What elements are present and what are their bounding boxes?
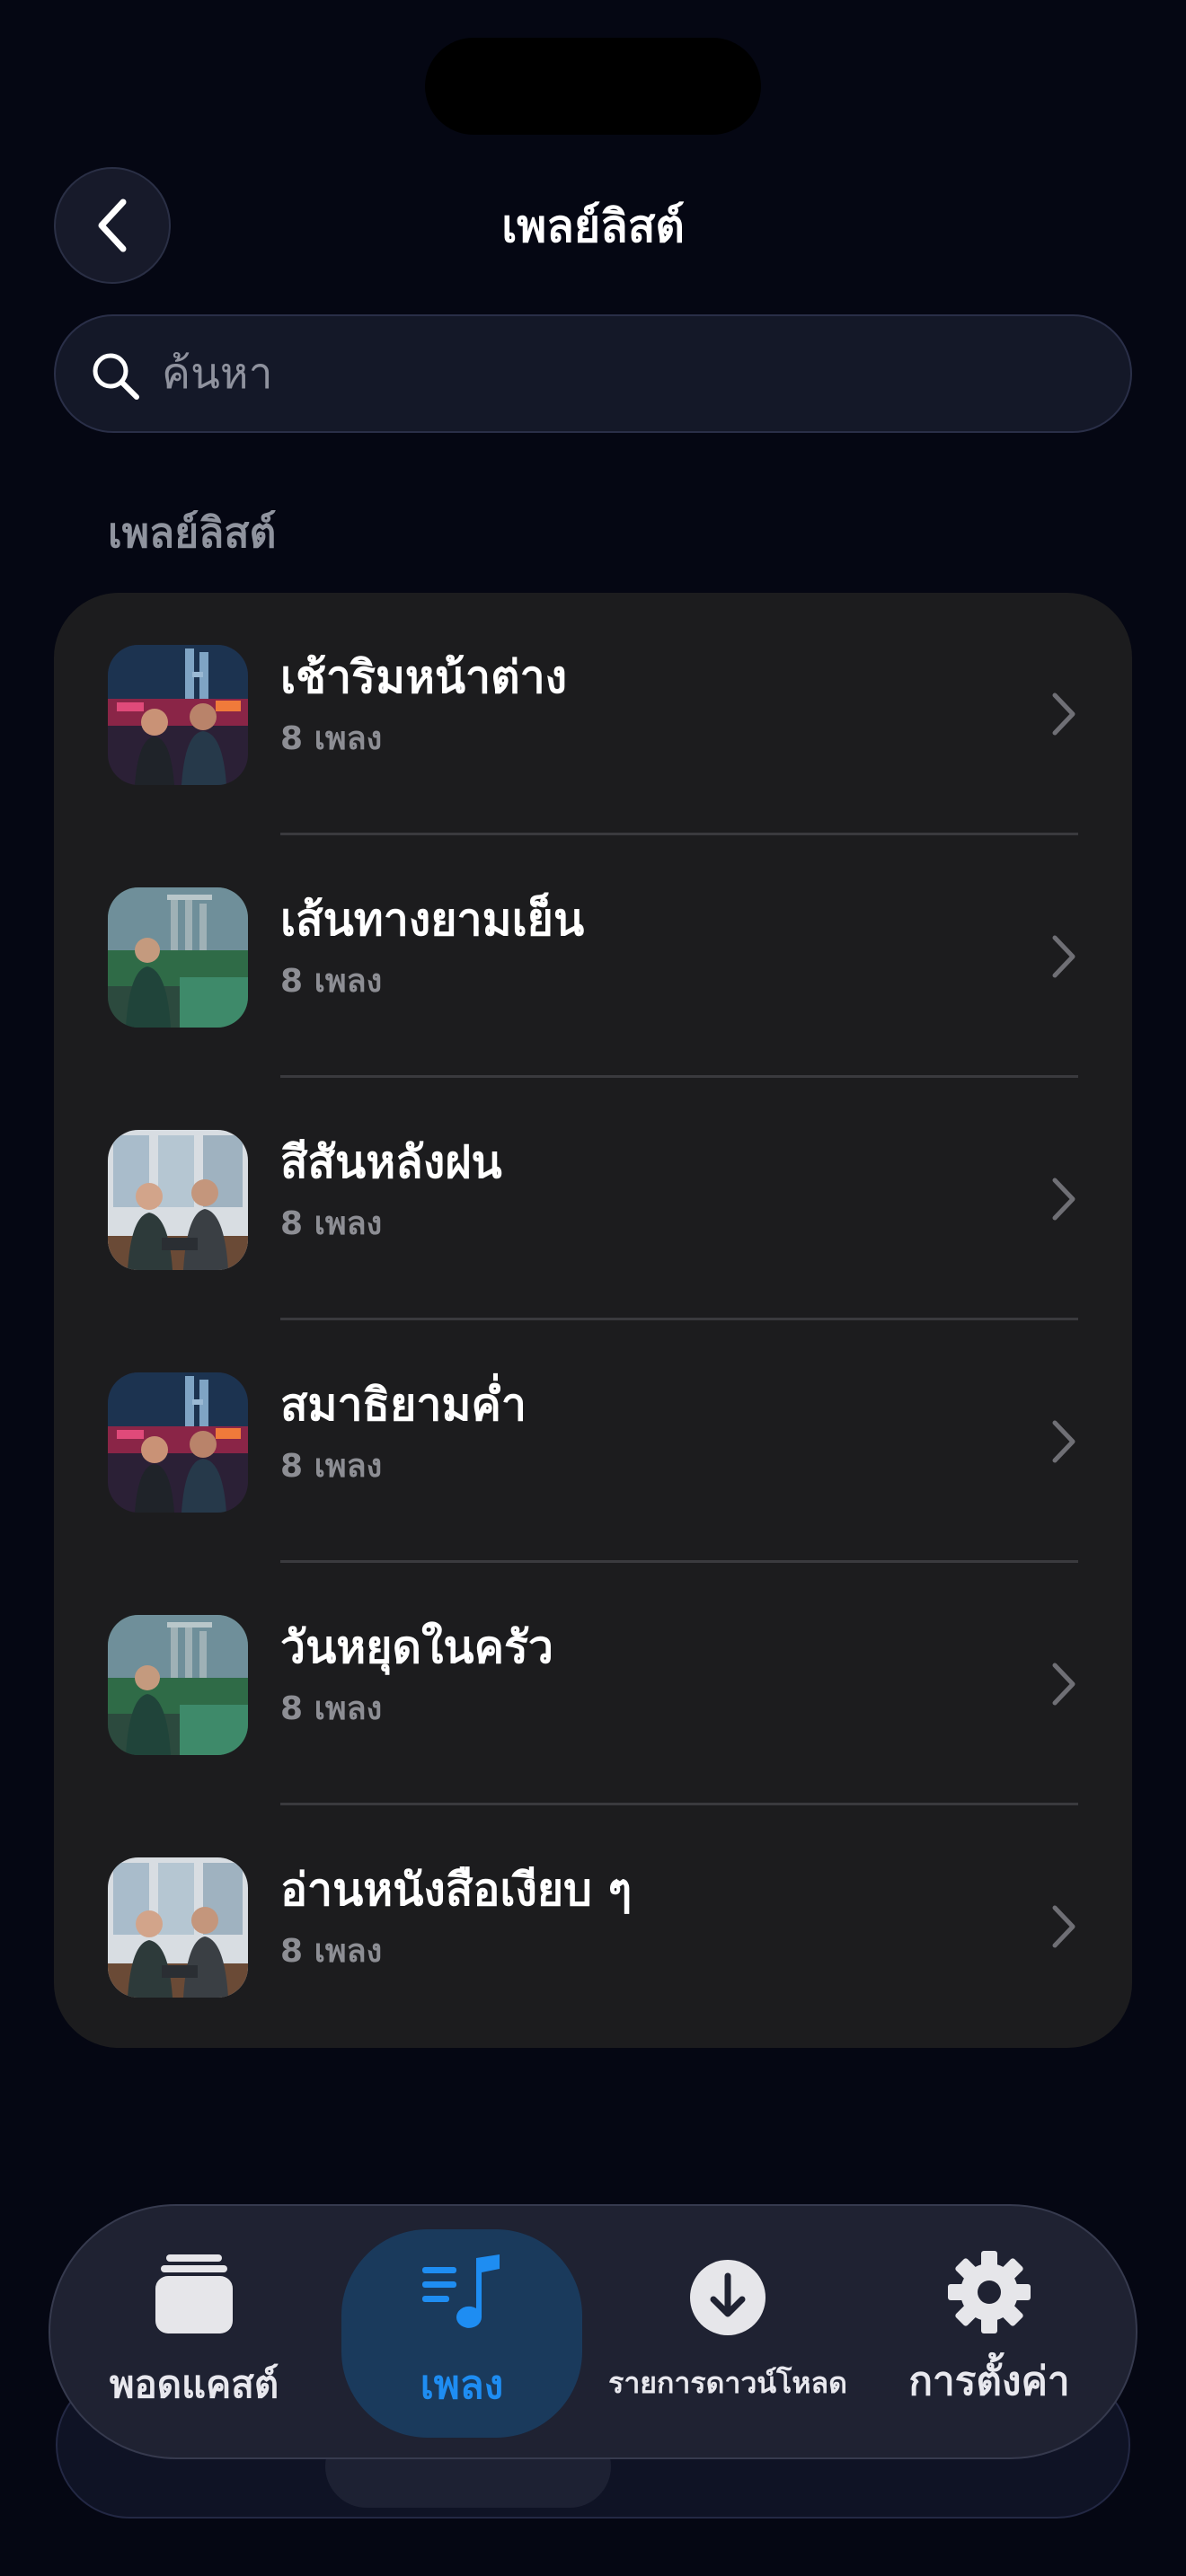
playlist-title: สีสันหลังฝน [280, 1136, 502, 1188]
search-placeholder: ค้นหา [162, 348, 273, 399]
playlist-row[interactable]: สีสันหลังฝน 8 เพลง [54, 1078, 1132, 1320]
playlist-row[interactable]: สมาธิยามค่ำ 8 เพลง [54, 1320, 1132, 1563]
tab-label: รายการดาวน์โหลด [608, 2366, 847, 2400]
playlist-thumbnail [108, 1372, 248, 1513]
chevron-right-icon [1052, 1905, 1075, 1948]
playlist-row[interactable]: เช้าริมหน้าต่าง 8 เพลง [54, 593, 1132, 835]
playlist-row[interactable]: วันหยุดในครัว 8 เพลง [54, 1563, 1132, 1805]
playlist-row[interactable]: เส้นทางยามเย็น 8 เพลง [54, 835, 1132, 1078]
playlist-song-count: 8 เพลง [280, 1933, 383, 1970]
search-field[interactable]: ค้นหา [54, 314, 1132, 433]
playlist-thumbnail [108, 645, 248, 785]
playlist-title: วันหยุดในครัว [280, 1621, 553, 1673]
dynamic-island [425, 38, 761, 135]
playlist-title: สมาธิยามค่ำ [280, 1379, 527, 1431]
chevron-right-icon [1052, 935, 1075, 978]
tab-settings[interactable]: การตั้งค่า [877, 2206, 1102, 2457]
playlist-thumbnail [108, 1130, 248, 1270]
chevron-right-icon [1052, 1420, 1075, 1463]
playlist-thumbnail [108, 1615, 248, 1755]
tab-downloads[interactable]: รายการดาวน์โหลด [593, 2206, 863, 2457]
playlist-song-count: 8 เพลง [280, 1448, 383, 1485]
chevron-right-icon [1052, 1178, 1075, 1221]
gear-icon [948, 2251, 1031, 2333]
playlist-title: อ่านหนังสือเงียบ ๆ [280, 1864, 633, 1916]
search-icon [93, 353, 139, 400]
tab-bar: พอดแคสต์ เพลง รายการดาวน์โหลด การตั้งค่า [49, 2204, 1137, 2459]
tab-label: เพลง [420, 2362, 504, 2408]
tab-podcasts[interactable]: พอดแคสต์ [86, 2206, 302, 2457]
playlist-thumbnail [108, 887, 248, 1028]
tab-label: การตั้งค่า [908, 2359, 1070, 2404]
chevron-right-icon [1052, 693, 1075, 736]
download-icon [690, 2260, 766, 2335]
playlist-title: เส้นทางยามเย็น [280, 894, 585, 946]
chevron-right-icon [1052, 1663, 1075, 1706]
playlist-song-count: 8 เพลง [280, 720, 383, 757]
podcast-stack-icon [155, 2254, 233, 2333]
playlist-list: เช้าริมหน้าต่าง 8 เพลง เส้นทางยามเย็น 8 … [54, 593, 1132, 2048]
tab-music[interactable]: เพลง [341, 2206, 582, 2457]
playlist-song-count: 8 เพลง [280, 963, 383, 1000]
music-list-icon [422, 2254, 500, 2328]
playlist-song-count: 8 เพลง [280, 1690, 383, 1727]
playlist-title: เช้าริมหน้าต่าง [280, 651, 568, 703]
playlist-song-count: 8 เพลง [280, 1205, 383, 1242]
page-title: เพลย์ลิสต์ [501, 200, 685, 252]
playlist-thumbnail [108, 1857, 248, 1998]
playlist-row[interactable]: อ่านหนังสือเงียบ ๆ 8 เพลง [54, 1805, 1132, 2048]
tab-label: พอดแคสต์ [109, 2362, 279, 2406]
section-title: เพลย์ลิสต์ [108, 508, 277, 557]
